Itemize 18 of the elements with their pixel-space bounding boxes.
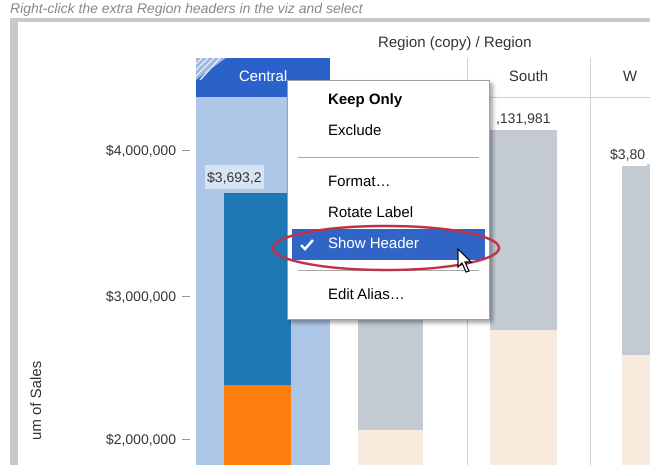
axis-tick-label: $2,000,000	[104, 430, 176, 448]
tick-mark	[182, 439, 190, 440]
column-header[interactable]: W	[590, 58, 650, 97]
tick-mark	[182, 150, 190, 151]
menu-item[interactable]: Show Header	[292, 229, 485, 260]
hatch-icon	[196, 58, 226, 80]
menu-item[interactable]: Edit Alias…	[292, 280, 485, 311]
chart-title: Region (copy) / Region	[378, 33, 532, 53]
menu-item[interactable]: Format…	[292, 167, 485, 198]
pointer-icon	[457, 248, 475, 274]
axis-title: um of Sales	[28, 360, 45, 440]
tick-mark	[182, 296, 190, 297]
menu-item[interactable]: Rotate Label	[292, 198, 485, 229]
caption: Right-click the extra Region headers in the viz and select	[10, 0, 363, 16]
bar-label: $3,693,2	[205, 165, 264, 189]
menu-item[interactable]: Exclude	[292, 116, 485, 147]
axis-tick-label: $3,000,000	[104, 287, 176, 305]
axis-tick-label: $4,000,000	[104, 141, 176, 159]
